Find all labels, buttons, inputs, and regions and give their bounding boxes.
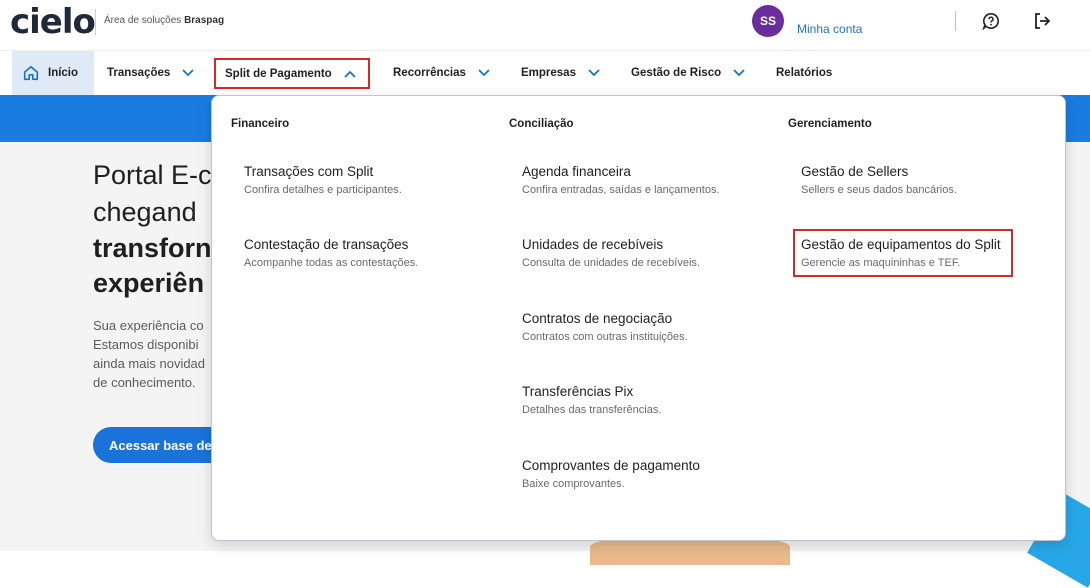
nav-transacoes-label: Transações (107, 67, 171, 79)
hero-title-line-4: experiên (93, 268, 205, 298)
menu-transferencias-pix[interactable]: Transferências Pix Detalhes das transfer… (522, 384, 661, 416)
nav-recorrencias-label: Recorrências (393, 67, 466, 79)
menu-contestacao[interactable]: Contestação de transações Acompanhe toda… (244, 237, 418, 269)
chevron-up-icon (344, 70, 356, 78)
menu-item-desc: Contratos com outras instituições. (522, 331, 688, 343)
nav-empresas[interactable]: Empresas (521, 51, 600, 95)
nav-split-pagamento[interactable]: Split de Pagamento (214, 58, 370, 89)
menu-item-title: Transferências Pix (522, 384, 634, 399)
hero-title-line-1: Portal E-c (93, 160, 212, 190)
area-label: Área de soluções Braspag (104, 15, 224, 26)
menu-agenda-financeira[interactable]: Agenda financeira Confira entradas, saíd… (522, 164, 720, 196)
menu-item-title: Unidades de recebíveis (522, 237, 664, 252)
menu-item-title: Transações com Split (244, 164, 374, 179)
logo-divider (95, 9, 96, 35)
nav-split-label: Split de Pagamento (225, 67, 332, 80)
menu-contratos-negociacao[interactable]: Contratos de negociação Contratos com ou… (522, 311, 688, 343)
nav-transacoes[interactable]: Transações (107, 51, 194, 95)
menu-gestao-sellers[interactable]: Gestão de Sellers Sellers e seus dados b… (801, 164, 957, 196)
hero-text-line-3: ainda mais novidad (93, 356, 206, 371)
logout-icon[interactable] (1032, 11, 1052, 31)
menu-item-desc: Sellers e seus dados bancários. (801, 184, 957, 196)
menu-transacoes-split[interactable]: Transações com Split Confira detalhes e … (244, 164, 402, 196)
hero-text-line-1: Sua experiência co (93, 318, 204, 333)
nav-recorrencias[interactable]: Recorrências (393, 51, 490, 95)
conciliacao-heading: Conciliação (509, 118, 574, 130)
avatar[interactable]: SS (752, 5, 784, 37)
split-pagamento-dropdown: Financeiro Transações com Split Confira … (211, 95, 1066, 541)
cielo-logo[interactable]: cielo (10, 2, 96, 42)
area-brand: Braspag (184, 15, 225, 26)
home-icon (23, 65, 39, 81)
nav-home-label: Início (48, 67, 79, 79)
menu-item-desc: Confira entradas, saídas e lançamentos. (522, 184, 720, 196)
financeiro-heading: Financeiro (231, 118, 290, 130)
main-nav: Início Transações Split de Pagamento Rec… (0, 51, 1090, 95)
chevron-down-icon (733, 69, 745, 77)
area-prefix: Área de soluções (104, 15, 182, 26)
nav-gestao-risco[interactable]: Gestão de Risco (631, 51, 745, 95)
help-icon[interactable] (982, 12, 1000, 30)
menu-item-desc: Confira detalhes e participantes. (244, 184, 402, 196)
menu-comprovantes[interactable]: Comprovantes de pagamento Baixe comprova… (522, 458, 700, 490)
menu-item-title: Contratos de negociação (522, 311, 673, 326)
menu-item-title: Agenda financeira (522, 164, 631, 179)
chevron-down-icon (588, 69, 600, 77)
menu-item-desc: Detalhes das transferências. (522, 404, 662, 416)
nav-empresas-label: Empresas (521, 67, 576, 79)
nav-relatorios-label: Relatórios (776, 67, 833, 79)
header-divider (955, 11, 956, 31)
nav-home[interactable]: Início (12, 51, 94, 95)
menu-unidades-recebiveis[interactable]: Unidades de recebíveis Consulta de unida… (522, 237, 700, 269)
top-header: cielo Área de soluções Braspag SS Minha … (0, 0, 1090, 51)
hero-title-line-3: transforn (93, 233, 212, 263)
chevron-down-icon (182, 69, 194, 77)
hero-title-line-2: chegand (93, 197, 197, 227)
menu-item-desc: Consulta de unidades de recebíveis. (522, 257, 700, 269)
hero-text-line-2: Estamos disponibi (93, 337, 199, 352)
menu-item-desc: Baixe comprovantes. (522, 478, 625, 490)
hero-text-line-4: de conhecimento. (93, 375, 196, 390)
menu-item-title: Comprovantes de pagamento (522, 458, 700, 473)
menu-item-title: Contestação de transações (244, 237, 409, 252)
account-link[interactable]: Minha conta (797, 22, 862, 36)
nav-relatorios[interactable]: Relatórios (776, 51, 832, 95)
menu-item-title: Gestão de Sellers (801, 164, 909, 179)
gerenciamento-heading: Gerenciamento (788, 118, 872, 130)
nav-risco-label: Gestão de Risco (631, 67, 722, 79)
menu-item-desc: Gerencie as maquininhas e TEF. (801, 257, 961, 269)
menu-item-desc: Acompanhe todas as contestações. (244, 257, 419, 269)
menu-gestao-equipamentos[interactable]: Gestão de equipamentos do Split Gerencie… (793, 229, 1013, 277)
chevron-down-icon (478, 69, 490, 77)
menu-item-title: Gestão de equipamentos do Split (801, 237, 1001, 252)
